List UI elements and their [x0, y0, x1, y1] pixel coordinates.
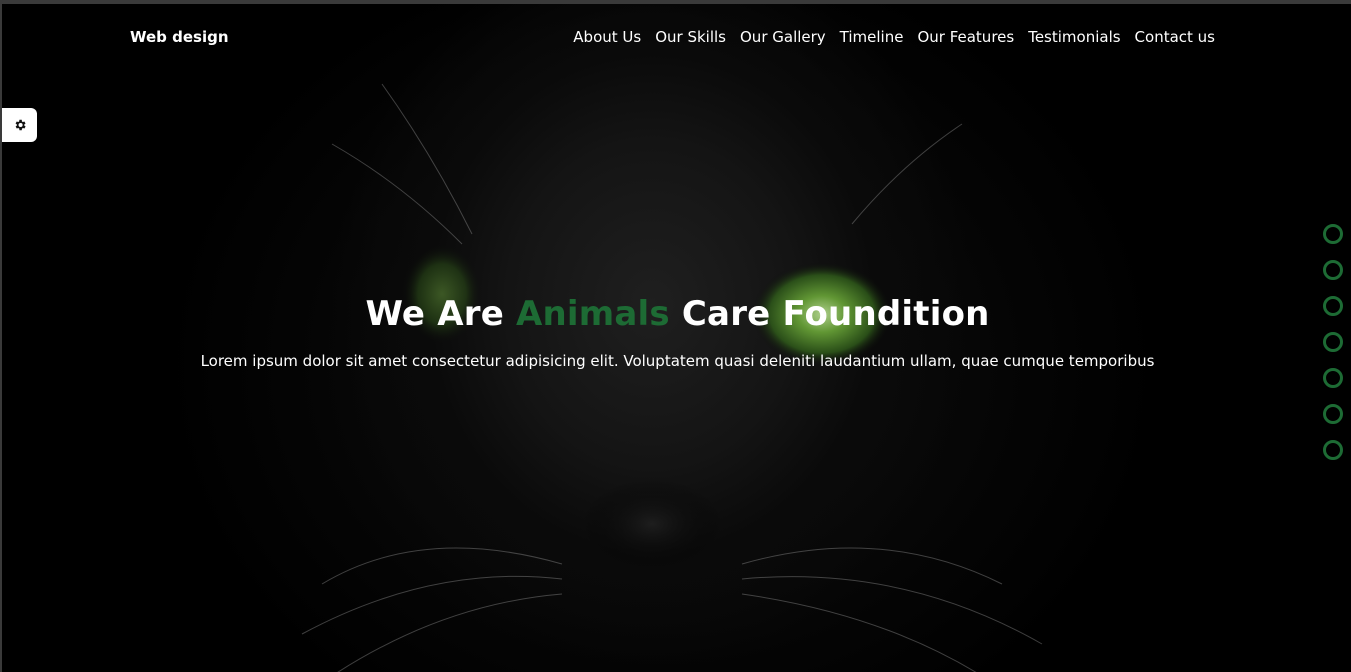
cat-illustration [301, 83, 1043, 672]
nav-link-testimonials[interactable]: Testimonials [1028, 28, 1120, 46]
bullet-nav-dot[interactable] [1323, 224, 1343, 244]
bullet-nav-dot[interactable] [1323, 368, 1343, 388]
brand-logo-text[interactable]: Web design [130, 28, 229, 46]
hero-background-image [2, 4, 1351, 672]
section-bullets [1323, 224, 1343, 460]
hero-subtitle: Lorem ipsum dolor sit amet consectetur a… [200, 352, 1155, 370]
hero-title-end: Care Foundition [669, 294, 990, 334]
bullet-nav-dot[interactable] [1323, 260, 1343, 280]
nav-link-our-features[interactable]: Our Features [917, 28, 1014, 46]
settings-toggle-button[interactable] [2, 108, 37, 142]
gear-icon [15, 119, 26, 131]
bullet-nav-dot[interactable] [1323, 332, 1343, 352]
navbar: Web design About Us Our Skills Our Galle… [2, 4, 1351, 76]
nav-link-about-us[interactable]: About Us [573, 28, 641, 46]
page: Web design About Us Our Skills Our Galle… [0, 0, 1351, 672]
bullet-nav-dot[interactable] [1323, 404, 1343, 424]
bullet-nav-dot[interactable] [1323, 296, 1343, 316]
hero-title-start: We Are [365, 294, 517, 334]
nav-link-contact-us[interactable]: Contact us [1135, 28, 1215, 46]
bullet-nav-dot[interactable] [1323, 440, 1343, 460]
nav-link-our-gallery[interactable]: Our Gallery [740, 28, 826, 46]
nav-link-timeline[interactable]: Timeline [840, 28, 904, 46]
nav-links: About Us Our Skills Our Gallery Timeline… [573, 28, 1215, 46]
hero-title-accent: Animals [516, 294, 670, 334]
nav-link-our-skills[interactable]: Our Skills [655, 28, 726, 46]
hero-title: We Are Animals Care Foundition [2, 294, 1351, 334]
